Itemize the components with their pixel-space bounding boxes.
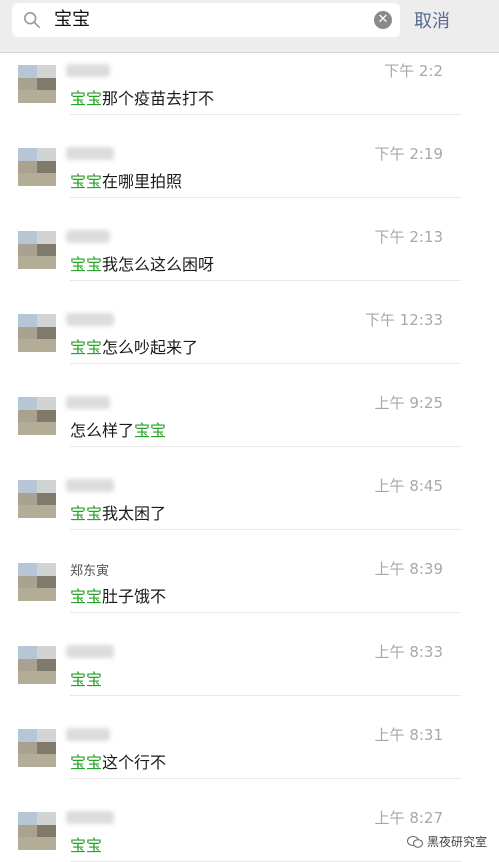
keyword-highlight: 宝宝 — [70, 670, 103, 689]
message-snippet: 怎么样了宝宝 — [70, 417, 166, 441]
message-snippet: 宝宝这个行不 — [70, 749, 166, 773]
result-row[interactable]: 上午 9:25 怎么样了宝宝 — [0, 364, 499, 447]
result-row[interactable]: 下午 12:33 宝宝怎么吵起来了 — [0, 281, 499, 364]
message-time: 上午 8:39 — [374, 560, 443, 578]
contact-name-blurred — [66, 147, 114, 160]
message-time: 上午 8:27 — [374, 809, 443, 827]
keyword-highlight: 宝宝 — [134, 421, 167, 440]
wechat-icon — [406, 835, 423, 848]
keyword-highlight: 宝宝 — [70, 172, 103, 191]
message-snippet: 宝宝 — [70, 832, 102, 856]
message-snippet: 宝宝肚子饿不 — [70, 583, 166, 607]
message-snippet: 宝宝怎么吵起来了 — [70, 334, 198, 358]
avatar — [18, 646, 56, 684]
result-row[interactable]: 上午 8:33 宝宝 — [0, 613, 499, 696]
result-row[interactable]: 上午 8:31 宝宝这个行不 — [0, 696, 499, 779]
avatar — [18, 397, 56, 435]
avatar — [18, 812, 56, 850]
message-time: 上午 9:25 — [374, 394, 443, 412]
watermark-text: 黑夜研究室 — [426, 835, 487, 849]
contact-name-blurred — [66, 230, 110, 243]
snippet-text: 怎么样了 — [70, 421, 135, 440]
keyword-highlight: 宝宝 — [70, 338, 103, 357]
message-snippet: 宝宝那个疫苗去打不 — [70, 85, 214, 109]
clear-icon[interactable]: ✕ — [374, 11, 392, 29]
message-snippet: 宝宝 — [70, 666, 102, 690]
snippet-text: 那个疫苗去打不 — [102, 89, 215, 108]
message-snippet: 宝宝我怎么这么困呀 — [70, 251, 214, 275]
result-row[interactable]: 上午 8:45 宝宝我太困了 — [0, 447, 499, 530]
contact-name-blurred — [66, 396, 110, 409]
search-query[interactable]: 宝宝 — [54, 6, 90, 34]
message-time: 下午 2:13 — [374, 228, 443, 246]
keyword-highlight: 宝宝 — [70, 753, 103, 772]
contact-name-blurred — [66, 64, 110, 77]
contact-name-blurred — [66, 728, 110, 741]
avatar — [18, 148, 56, 186]
search-icon — [23, 11, 41, 29]
snippet-text: 在哪里拍照 — [102, 172, 183, 191]
keyword-highlight: 宝宝 — [70, 89, 103, 108]
result-row[interactable]: 下午 2:13 宝宝我怎么这么困呀 — [0, 198, 499, 281]
contact-name-blurred — [66, 479, 114, 492]
snippet-text: 这个行不 — [102, 753, 167, 772]
message-time: 下午 2:2 — [384, 62, 443, 80]
snippet-text: 我太困了 — [102, 504, 167, 523]
message-time: 上午 8:31 — [374, 726, 443, 744]
avatar — [18, 729, 56, 767]
watermark: 黑夜研究室 — [406, 833, 487, 850]
snippet-text: 肚子饿不 — [102, 587, 167, 606]
message-time: 下午 12:33 — [365, 311, 443, 329]
message-time: 上午 8:33 — [374, 643, 443, 661]
message-snippet: 宝宝我太困了 — [70, 500, 166, 524]
contact-name-blurred — [66, 313, 114, 326]
avatar — [18, 65, 56, 103]
contact-name-blurred — [66, 645, 114, 658]
avatar — [18, 563, 56, 601]
result-row[interactable]: 下午 2:19 宝宝在哪里拍照 — [0, 115, 499, 198]
message-time: 下午 2:19 — [374, 145, 443, 163]
avatar — [18, 314, 56, 352]
contact-name-blurred — [66, 811, 114, 824]
contact-name: 郑东寅 — [70, 564, 110, 579]
keyword-highlight: 宝宝 — [70, 504, 103, 523]
avatar — [18, 480, 56, 518]
result-row[interactable]: 郑东寅 上午 8:39 宝宝肚子饿不 — [0, 530, 499, 613]
keyword-highlight: 宝宝 — [70, 587, 103, 606]
keyword-highlight: 宝宝 — [70, 255, 103, 274]
cancel-button[interactable]: 取消 — [414, 7, 450, 33]
snippet-text: 我怎么这么困呀 — [102, 255, 215, 274]
avatar — [18, 231, 56, 269]
result-row[interactable]: 下午 2:2 宝宝那个疫苗去打不 — [0, 32, 499, 115]
snippet-text: 怎么吵起来了 — [102, 338, 199, 357]
message-snippet: 宝宝在哪里拍照 — [70, 168, 182, 192]
keyword-highlight: 宝宝 — [70, 836, 103, 855]
message-time: 上午 8:45 — [374, 477, 443, 495]
